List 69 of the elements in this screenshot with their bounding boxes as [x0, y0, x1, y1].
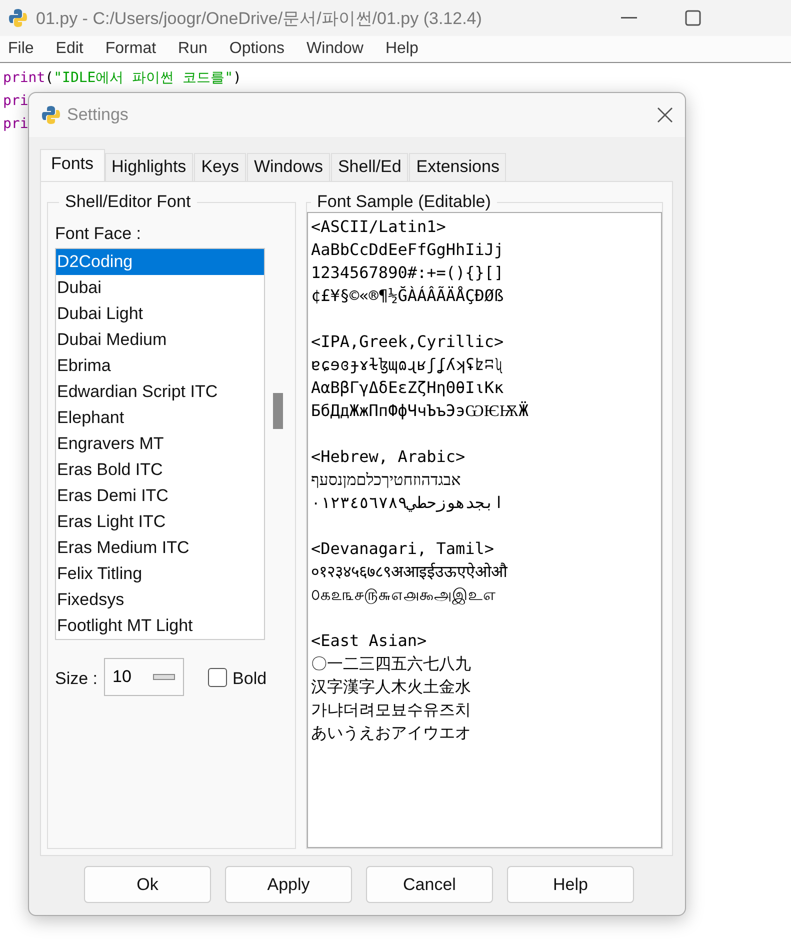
menu-item[interactable]: File	[8, 40, 44, 58]
font-list-item[interactable]: Dubai Medium	[56, 327, 264, 353]
code-line: pri	[3, 115, 28, 134]
code-line: pri	[3, 92, 28, 111]
font-list-item[interactable]: Footlight MT Light	[56, 613, 264, 639]
font-list-item[interactable]: Dubai	[56, 275, 264, 301]
font-list-item[interactable]: D2Coding	[56, 249, 264, 275]
sample-line: ¢£¥§©«®¶½ĞÀÁÂÃÄÅÇÐØß	[311, 285, 505, 307]
menu-item[interactable]: Run	[178, 40, 218, 58]
font-list-item[interactable]: Eras Bold ITC	[56, 457, 264, 483]
dialog-button[interactable]: Help	[507, 866, 634, 903]
font-list-item[interactable]: Elephant	[56, 405, 264, 431]
font-list-item[interactable]: Felix Titling	[56, 561, 264, 587]
window-title: 01.py - C:/Users/joogr/OneDrive/문서/파이썬/01.py (3.12.4)	[36, 8, 483, 30]
menu-item[interactable]: Format	[105, 40, 166, 58]
sample-line: ΑαΒβΓγΔδΕεΖζΗηΘθΙιΚκ	[311, 377, 505, 399]
python-icon	[8, 8, 28, 28]
frame-title: Shell/Editor Font	[64, 192, 192, 212]
sample-line: ابجدهوزحطي٠١٢٣٤٥٦٧٨٩	[311, 492, 505, 514]
sample-heading: <IPA,Greek,Cyrillic>	[311, 331, 505, 353]
sample-heading: <Devanagari, Tamil>	[311, 538, 496, 560]
bold-label: Bold	[232, 669, 267, 689]
sample-line: ௦௧௨௩௪௫௬௭௮௯அஇஉஎ	[311, 584, 496, 606]
close-icon[interactable]	[657, 107, 673, 123]
menu-item[interactable]: Window	[306, 40, 374, 58]
frame-title: Font Sample (Editable)	[316, 192, 492, 212]
bold-checkbox[interactable]	[208, 668, 227, 686]
sample-line: AaBbCcDdEeFfGgHhIiJj	[311, 239, 505, 261]
sample-line: ०१२३४५६७८९अआइईउऊएऐओऔ	[311, 561, 509, 583]
sample-line: 汉字漢字人木火土金水	[311, 676, 472, 698]
sample-heading: <ASCII/Latin1>	[311, 216, 447, 238]
sample-line: あいうえおアイウエオ	[311, 722, 472, 744]
maximize-icon[interactable]	[685, 10, 701, 26]
sample-line: БбДдЖжПпФфЧчЪъЭэѠѤѬӜ	[311, 400, 530, 422]
font-list-item[interactable]: Eras Medium ITC	[56, 535, 264, 561]
sample-heading: <Hebrew, Arabic>	[311, 446, 466, 468]
size-menu-button[interactable]: 10	[104, 658, 184, 696]
size-label: Size :	[55, 669, 98, 689]
sample-line: אבגדהוזחטיךכלםמןנסעף	[311, 469, 462, 491]
tab[interactable]: Extensions	[409, 153, 506, 181]
font-face-label: Font Face :	[55, 224, 142, 244]
font-list-item[interactable]: Ebrima	[56, 353, 264, 379]
menu-item[interactable]: Edit	[56, 40, 94, 58]
menu-item[interactable]: Options	[229, 40, 295, 58]
font-list-item[interactable]: Eras Demi ITC	[56, 483, 264, 509]
dialog-title: Settings	[67, 105, 130, 125]
scrollbar-thumb[interactable]	[273, 393, 283, 429]
menu-item[interactable]: Help	[385, 40, 428, 58]
tab[interactable]: Windows	[246, 153, 330, 181]
tab[interactable]: Highlights	[104, 153, 194, 181]
font-list-item[interactable]: Fixedsys	[56, 587, 264, 613]
font-list-item[interactable]: Engravers MT	[56, 431, 264, 457]
minimize-icon[interactable]	[621, 17, 637, 19]
font-list-item[interactable]: Eras Light ITC	[56, 509, 264, 535]
dialog-button[interactable]: Ok	[84, 866, 211, 903]
sample-line: ɐɕɘɞɟɤɫɮɰɷɻʁʃʆʎʞʢʫʭʯ	[311, 354, 505, 376]
tab[interactable]: Fonts	[40, 149, 105, 181]
dialog-button[interactable]: Cancel	[366, 866, 493, 903]
code-line: print("IDLE에서 파이썬 코드를")	[3, 69, 242, 88]
sample-heading: <East Asian>	[311, 630, 428, 652]
sample-line: 가냐더려모뵤수유즈치	[311, 699, 472, 721]
tab[interactable]: Shell/Ed	[330, 153, 408, 181]
tab[interactable]: Keys	[194, 153, 246, 181]
dialog-button[interactable]: Apply	[225, 866, 352, 903]
font-list-item[interactable]: Edwardian Script ITC	[56, 379, 264, 405]
python-icon	[41, 105, 61, 125]
font-list-item[interactable]: Dubai Light	[56, 301, 264, 327]
sample-line: 〇一二三四五六七八九	[311, 653, 472, 675]
sample-line: 1234567890#:+=(){}[]	[311, 262, 505, 284]
